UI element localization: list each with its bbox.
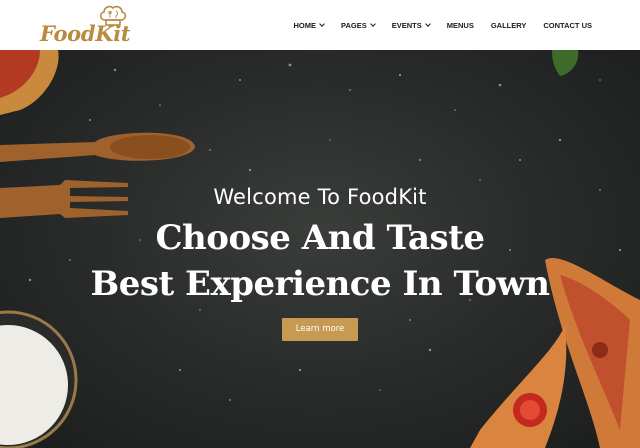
nav-item-contact[interactable]: CONTACT US [543,21,592,30]
nav-item-label: PAGES [341,20,367,30]
learn-more-button[interactable]: Learn more [282,318,358,341]
nav-item-label: HOME [293,20,317,30]
nav-item-label: MENUS [446,20,474,30]
logo-text: FoodKit [40,21,131,46]
hero-headline-line1: Choose And Taste [155,218,485,258]
nav-item-pages[interactable]: PAGES [341,20,376,30]
nav-item-label: EVENTS [391,20,422,30]
main-nav: HOME PAGES EVENTS MENUS GALLERY CONTACT … [294,0,592,50]
nav-item-label: CONTACT US [543,20,592,30]
logo[interactable]: FoodKit [40,4,140,46]
nav-item-menus[interactable]: MENUS [447,21,474,30]
chevron-down-icon [319,21,325,27]
nav-item-events[interactable]: EVENTS [391,20,431,30]
site-header: FoodKit HOME PAGES EVENTS MENUS GALLERY … [0,0,640,50]
hero-headline-line2: Best Experience In Town [90,264,550,304]
chevron-down-icon [424,21,431,27]
nav-item-home[interactable]: HOME [294,21,325,30]
nav-item-label: GALLERY [490,20,527,30]
hero-section: Welcome To FoodKit Choose And Taste Best… [0,50,640,448]
hero-welcome: Welcome To FoodKit [213,185,427,209]
chevron-down-icon [369,21,376,27]
nav-item-gallery[interactable]: GALLERY [491,21,527,30]
